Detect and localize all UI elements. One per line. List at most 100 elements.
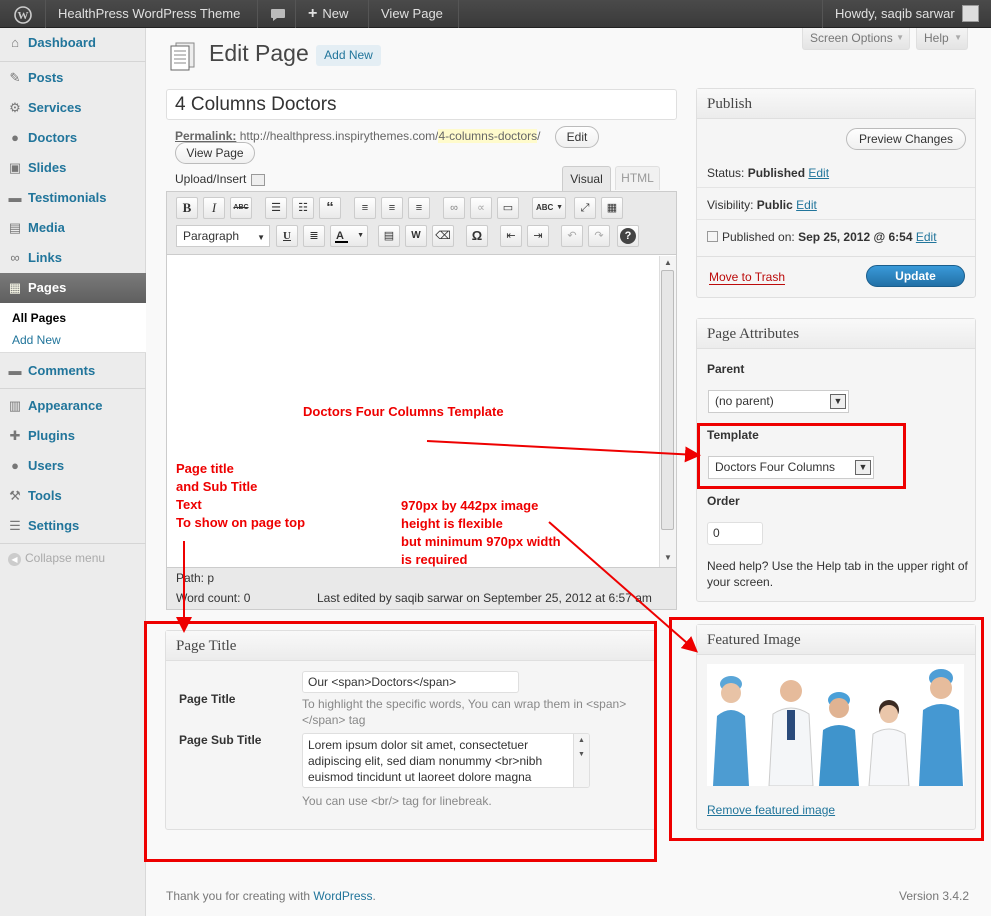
screen-options-button[interactable]: Screen Options ▼ [802,28,910,50]
parent-select-value: (no parent) [715,394,774,408]
blockquote-button[interactable]: “ [319,197,341,219]
clear-formatting-button[interactable]: ⌫ [432,225,454,247]
link-icon: ∞ [10,250,20,265]
word-count: Word count: 0 [176,591,251,605]
page-title: Edit Page [209,40,309,66]
redo-button[interactable]: ↷ [588,225,610,247]
unlink-button[interactable]: ∝ [470,197,492,219]
published-on-edit-link[interactable]: Edit [916,230,937,244]
kitchen-sink-button[interactable]: ▦ [601,197,623,219]
special-character-button[interactable]: Ω [466,225,488,247]
numbered-list-button[interactable]: ☷ [292,197,314,219]
scroll-down-arrow[interactable]: ▼ [664,553,672,562]
submenu-add-new[interactable]: Add New [12,333,61,347]
menu-media[interactable]: ▤ Media [0,213,146,243]
paste-text-button[interactable]: ▤ [378,225,400,247]
editor-scrollbar[interactable]: ▲ ▼ [659,256,676,567]
menu-settings[interactable]: ☰ Settings [0,511,146,541]
plus-icon: + [308,5,318,22]
outdent-button[interactable]: ⇤ [500,225,522,247]
site-name-link[interactable]: HealthPress WordPress Theme [46,0,258,28]
format-select-value: Paragraph [183,229,240,243]
wordpress-link[interactable]: WordPress [313,889,372,903]
color-swatch-icon [335,241,348,243]
menu-users[interactable]: ● Users [0,451,146,481]
view-page-link[interactable]: View Page [369,0,459,28]
comment-icon: ▬ [8,190,22,205]
tab-html[interactable]: HTML [615,166,660,190]
permalink-slug[interactable]: 4-columns-doctors [438,129,538,143]
align-left-button[interactable]: ≡ [354,197,376,219]
update-button[interactable]: Update [866,265,965,287]
fullscreen-button[interactable]: ⤢ [574,197,596,219]
page-attributes-heading[interactable]: Page Attributes [697,319,975,349]
help-icon[interactable]: ? [617,225,639,247]
add-new-button[interactable]: Add New [316,45,381,66]
spellcheck-button[interactable]: ABC ▼ [532,197,566,219]
tab-visual[interactable]: Visual [562,166,611,191]
visibility-edit-link[interactable]: Edit [796,198,817,212]
wordpress-logo-icon[interactable]: W [0,0,46,28]
menu-services[interactable]: ⚙ Services [0,93,146,123]
menu-links[interactable]: ∞ Links [0,243,146,273]
text-color-button[interactable]: A ▼ [330,225,368,247]
scroll-up-arrow[interactable]: ▲ [664,258,672,267]
strikethrough-button[interactable]: ABC [230,197,252,219]
calendar-icon [707,231,718,242]
menu-slides[interactable]: ▣ Slides [0,153,146,183]
menu-testimonials[interactable]: ▬ Testimonials [0,183,146,213]
menu-links-label: Links [28,250,62,265]
insert-link-button[interactable]: ∞ [443,197,465,219]
post-title-input[interactable]: 4 Columns Doctors [166,89,677,120]
status-edit-link[interactable]: Edit [808,166,829,180]
menu-dashboard[interactable]: ⌂ Dashboard [0,28,146,58]
bullet-list-button[interactable]: ☰ [265,197,287,219]
menu-media-label: Media [28,220,65,235]
collapse-menu-button[interactable]: ◀ Collapse menu [8,551,105,566]
visibility-label: Visibility: [707,198,757,212]
indent-button[interactable]: ⇥ [527,225,549,247]
parent-select[interactable]: (no parent) ▼ [708,390,849,413]
upload-insert-label: Upload/Insert [175,172,247,186]
howdy-label: Howdy, saqib sarwar [835,6,955,21]
underline-button[interactable]: U [276,225,298,247]
menu-pages[interactable]: ▦ Pages [0,273,146,303]
format-select[interactable]: Paragraph ▼ [176,225,270,247]
menu-doctors[interactable]: ● Doctors [0,123,146,153]
help-button[interactable]: Help ▼ [916,28,968,50]
comments-icon[interactable] [258,0,296,28]
italic-button[interactable]: I [203,197,225,219]
submenu-all-pages[interactable]: All Pages [12,311,66,325]
scrollbar-thumb[interactable] [661,270,674,530]
menu-posts[interactable]: ✎ Posts [0,63,146,93]
view-page-label: View Page [381,6,443,21]
menu-plugins[interactable]: ✚ Plugins [0,421,146,451]
more-tag-button[interactable]: ▭ [497,197,519,219]
view-page-button[interactable]: View Page [175,142,255,164]
paste-word-button[interactable]: W [405,225,427,247]
justify-button[interactable]: ≣ [303,225,325,247]
avatar [962,5,979,22]
account-menu[interactable]: Howdy, saqib sarwar [822,0,991,28]
permalink-edit-button[interactable]: Edit [555,126,599,148]
menu-tools[interactable]: ⚒ Tools [0,481,146,511]
publish-heading[interactable]: Publish [697,89,975,119]
menu-pages-label: Pages [28,280,67,295]
bold-button[interactable]: B [176,197,198,219]
order-input[interactable]: 0 [707,522,763,545]
permalink-base: http://healthpress.inspirythemes.com/ [239,129,439,143]
align-right-button[interactable]: ≡ [408,197,430,219]
users-icon: ● [11,130,19,145]
new-content-menu[interactable]: + New [296,0,369,28]
menu-settings-label: Settings [28,518,80,533]
undo-button[interactable]: ↶ [561,225,583,247]
move-to-trash-link[interactable]: Move to Trash [709,270,786,285]
menu-comments[interactable]: ▬ Comments [0,356,146,386]
menu-testimonials-label: Testimonials [28,190,107,205]
parent-label: Parent [707,362,745,376]
users-icon: ● [11,458,19,473]
upload-insert-link[interactable]: Upload/Insert [175,172,266,186]
preview-changes-button[interactable]: Preview Changes [846,128,966,150]
menu-appearance[interactable]: ▥ Appearance [0,391,146,421]
align-center-button[interactable]: ≡ [381,197,403,219]
